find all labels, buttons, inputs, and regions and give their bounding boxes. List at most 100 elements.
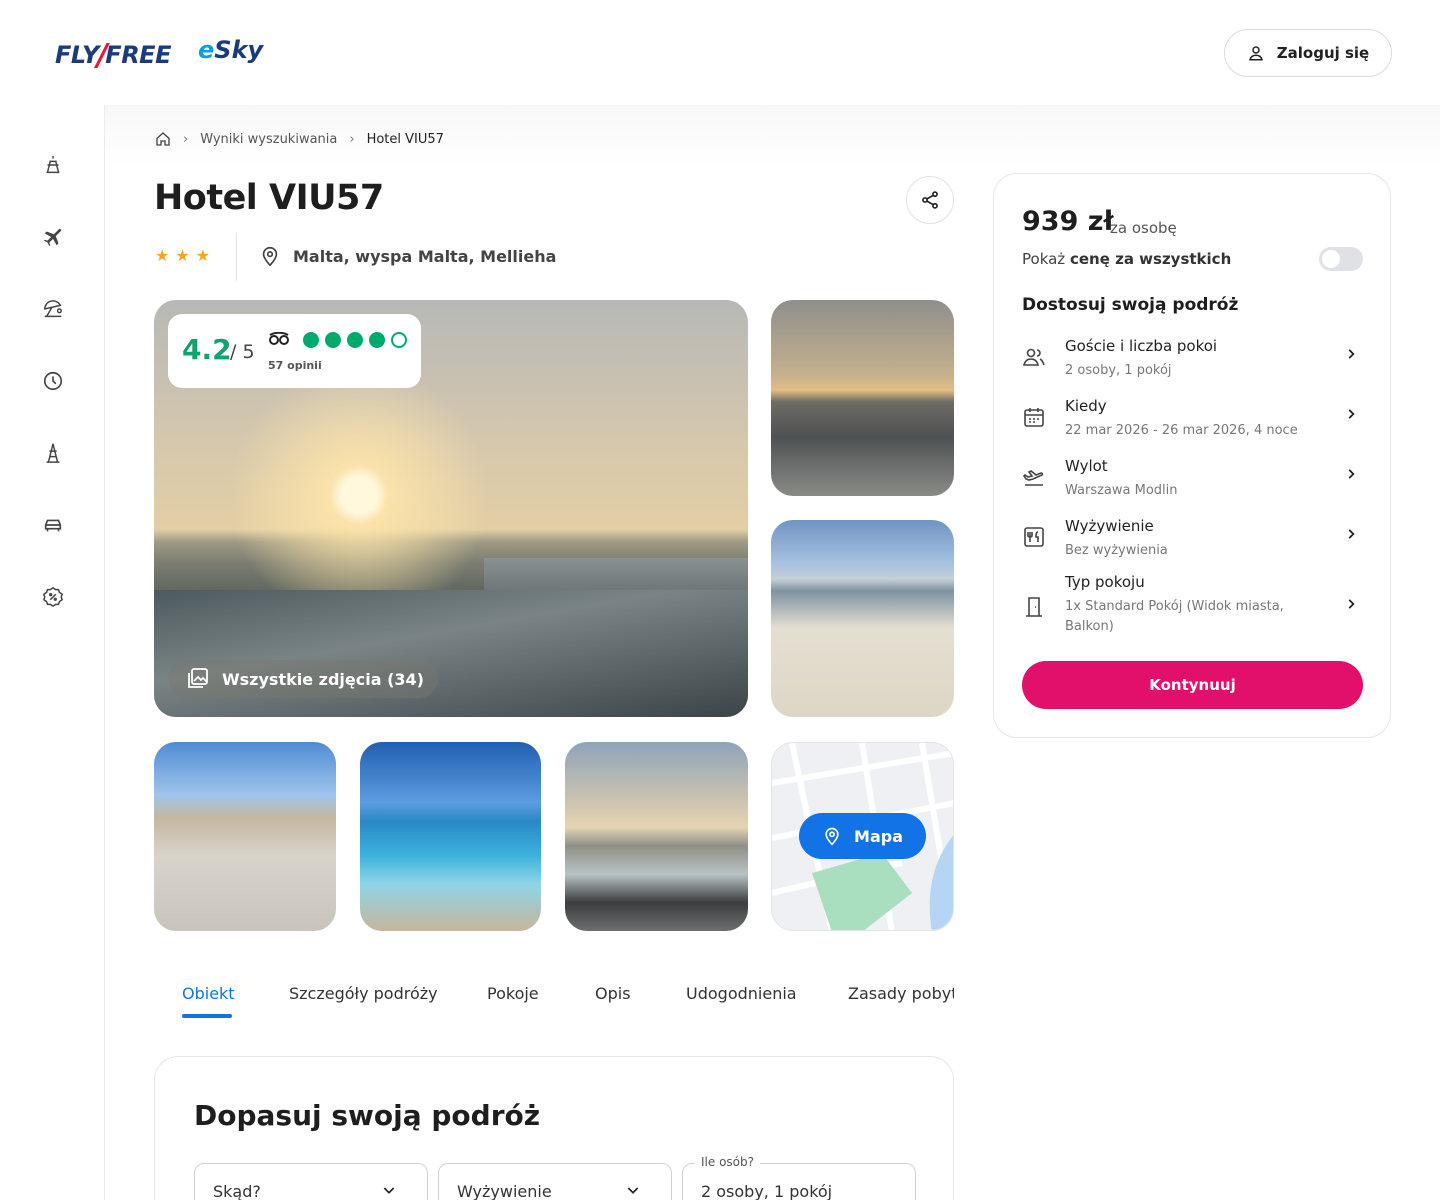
tab-opis[interactable]: Opis	[595, 984, 631, 1003]
share-button[interactable]	[906, 176, 954, 224]
photo-thumbnail[interactable]	[771, 520, 954, 717]
rating-score: 4.2	[182, 333, 232, 366]
chevron-right-icon	[1348, 349, 1355, 359]
room-door-icon	[1026, 597, 1042, 617]
flyfree-logo-slash: /	[96, 38, 108, 73]
show-total-prefix: Pokaż	[1022, 250, 1070, 268]
meal-icon	[1024, 527, 1044, 547]
umbrella-beach-icon[interactable]	[40, 296, 66, 322]
last-minute-clock-icon[interactable]	[40, 368, 66, 394]
home-icon[interactable]	[155, 131, 171, 147]
customize-trip-title: Dostosuj swoją podróż	[1022, 295, 1239, 315]
photo-thumbnail[interactable]	[565, 742, 748, 931]
flyfree-logo-right: FREE	[105, 41, 171, 69]
tripadvisor-icon	[268, 331, 290, 350]
breadcrumb: › Wyniki wyszukiwania › Hotel VIU57	[155, 131, 444, 147]
hotel-stars: ★ ★ ★	[155, 246, 210, 265]
chevron-right-icon	[1348, 529, 1355, 539]
price-value: 939 zł	[1022, 206, 1114, 237]
left-sidebar	[0, 105, 105, 1200]
star-icon: ★	[155, 246, 170, 265]
esky-logo-e: e	[198, 36, 215, 64]
esky-logo[interactable]: eSky	[198, 36, 263, 64]
chevron-down-icon	[383, 1187, 395, 1194]
tab-udogodnienia[interactable]: Udogodnienia	[686, 984, 797, 1003]
rating-bubble-filled	[303, 332, 319, 348]
section-tabs: Obiekt Szczegóły podróży Pokoje Opis Udo…	[154, 978, 954, 1022]
share-icon	[922, 191, 938, 209]
from-select[interactable]: Skąd?	[194, 1163, 428, 1200]
board-select[interactable]: Wyżywienie	[438, 1163, 672, 1200]
hotel-location[interactable]: Malta, wyspa Malta, Mellieha	[259, 245, 556, 267]
guests-icon	[1022, 348, 1045, 366]
calendar-icon	[1024, 408, 1044, 427]
rating-max: / 5	[230, 341, 255, 363]
gallery-icon	[186, 666, 210, 694]
adjust-trip-card: Dopasuj swoją podróż Skąd? Wyżywienie Il…	[154, 1056, 954, 1200]
adjust-trip-title: Dopasuj swoją podróż	[194, 1099, 541, 1132]
people-select-value: 2 osoby, 1 pokój	[701, 1182, 833, 1200]
room-type-option-value: 1x Standard Pokój (Widok miasta, Balkon)	[1065, 599, 1284, 634]
photo-thumbnail[interactable]	[771, 300, 954, 496]
star-icon: ★	[175, 246, 190, 265]
login-label: Zaloguj się	[1276, 44, 1370, 62]
show-total-price-label: Pokaż cenę za wszystkich	[1022, 250, 1231, 268]
location-pin-icon	[825, 827, 839, 846]
breadcrumb-results-link[interactable]: Wyniki wyszukiwania	[200, 132, 337, 147]
guests-option-label: Goście i liczba pokoi	[1065, 337, 1218, 355]
breadcrumb-separator: ›	[349, 131, 355, 147]
user-icon	[1248, 46, 1263, 61]
people-select-label: Ile osób?	[695, 1155, 760, 1169]
beach-vacation-icon[interactable]	[40, 152, 66, 178]
review-count: 57 opinii	[268, 359, 322, 372]
rating-card[interactable]: 4.2 / 5 57 opinii	[168, 314, 421, 388]
city-break-icon[interactable]	[40, 440, 66, 466]
board-select-value: Wyżywienie	[457, 1182, 552, 1200]
chevron-right-icon	[1348, 469, 1355, 479]
star-icon: ★	[195, 246, 211, 265]
departure-icon	[1022, 470, 1044, 486]
rating-bubble-filled	[325, 332, 341, 348]
active-tab-indicator	[182, 1014, 232, 1018]
rating-bubble-empty	[391, 332, 407, 348]
show-total-bold: cenę za wszystkich	[1069, 250, 1232, 268]
flyfree-logo[interactable]: FLY/FREE	[55, 36, 171, 73]
all-photos-label: Wszystkie zdjęcia (34)	[222, 669, 424, 689]
from-select-value: Skąd?	[213, 1182, 261, 1200]
chevron-right-icon	[1348, 599, 1355, 609]
chevron-right-icon	[1348, 409, 1355, 419]
show-total-price-toggle[interactable]	[1319, 247, 1363, 271]
photo-thumbnail[interactable]	[360, 742, 541, 931]
departure-option-label: Wylot	[1065, 457, 1108, 475]
car-icon[interactable]	[40, 512, 66, 538]
top-header: FLY/FREE eSky Zaloguj się	[0, 0, 1440, 105]
map-button[interactable]: Mapa	[799, 813, 926, 859]
rating-bubble-filled	[347, 332, 363, 348]
rating-bubbles	[303, 332, 407, 348]
login-button[interactable]: Zaloguj się	[1224, 29, 1392, 77]
continue-button[interactable]: Kontynuuj	[1022, 661, 1363, 709]
all-photos-button[interactable]: Wszystkie zdjęcia (34)	[168, 660, 438, 698]
photo-thumbnail[interactable]	[154, 742, 336, 931]
tab-szczegoly-podrozy[interactable]: Szczegóły podróży	[289, 984, 438, 1003]
tab-zasady-pobytu[interactable]: Zasady pobytu	[848, 984, 954, 1003]
discount-icon[interactable]	[40, 584, 66, 610]
esky-logo-rest: Sky	[214, 36, 264, 64]
location-pin-icon	[262, 246, 278, 267]
guests-option-value: 2 osoby, 1 pokój	[1065, 363, 1172, 378]
meta-divider	[236, 233, 237, 281]
plane-icon[interactable]	[40, 224, 66, 250]
board-option-value: Bez wyżywienia	[1065, 543, 1168, 558]
board-option-label: Wyżywienie	[1065, 517, 1154, 535]
people-select[interactable]: Ile osób? 2 osoby, 1 pokój	[682, 1155, 916, 1200]
tab-obiekt[interactable]: Obiekt	[182, 984, 235, 1003]
rating-bubble-filled	[369, 332, 385, 348]
breadcrumb-current: Hotel VIU57	[366, 131, 444, 147]
price-per-person: za osobę	[1110, 219, 1177, 237]
breadcrumb-separator: ›	[183, 131, 189, 147]
tab-pokoje[interactable]: Pokoje	[487, 984, 539, 1003]
flyfree-logo-left: FLY	[55, 41, 99, 69]
room-type-option-label: Typ pokoju	[1065, 573, 1145, 591]
dates-option-value: 22 mar 2026 - 26 mar 2026, 4 noce	[1065, 423, 1298, 438]
map-label: Mapa	[854, 826, 903, 846]
